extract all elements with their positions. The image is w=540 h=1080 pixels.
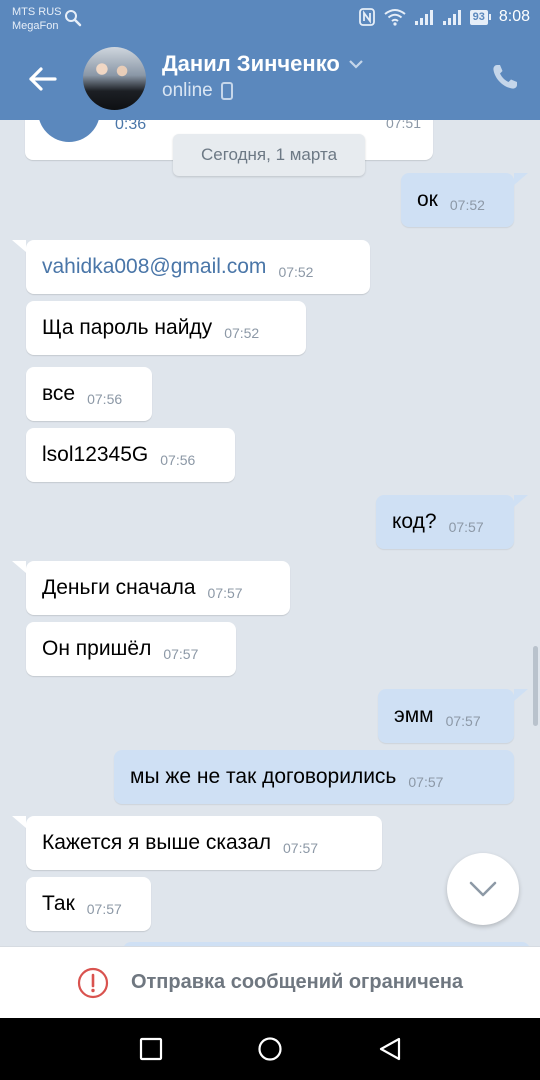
system-nav-bar <box>0 1018 540 1080</box>
message-time: 07:56 <box>160 452 196 468</box>
message-text: lsol12345G <box>42 443 149 466</box>
message-text: Так <box>42 892 75 915</box>
back-icon[interactable] <box>376 1035 404 1063</box>
message-text: Он пришёл <box>42 637 152 660</box>
signal-icon-2 <box>442 10 461 25</box>
search-icon <box>65 10 82 27</box>
message-bubble[interactable]: все 07:56 <box>26 367 152 421</box>
message-bubble[interactable]: vahidka008@gmail.com 07:52 <box>26 240 370 294</box>
message-bubble[interactable]: Ща пароль найду 07:52 <box>26 301 306 355</box>
message-text: ок <box>417 188 438 211</box>
date-separator: Сегодня, 1 марта <box>173 134 365 176</box>
recents-icon[interactable] <box>137 1035 165 1063</box>
message-text: Ща пароль найду <box>42 316 213 339</box>
nfc-icon <box>358 8 375 26</box>
message-time: 07:52 <box>224 325 260 341</box>
home-icon[interactable] <box>256 1035 284 1063</box>
message-time: 07:51 <box>385 120 421 131</box>
battery-icon: 93 <box>469 9 491 25</box>
back-arrow-icon[interactable] <box>26 62 60 96</box>
message-time: 07:52 <box>278 264 314 280</box>
chevron-down-icon <box>349 60 363 69</box>
message-time: 07:57 <box>283 840 319 856</box>
message-list[interactable]: 0:36 07:51 Сегодня, 1 марта ок 07:52 vah… <box>0 120 540 946</box>
avatar[interactable] <box>83 47 146 110</box>
message-text: все <box>42 382 76 405</box>
play-icon[interactable] <box>38 120 100 142</box>
message-bubble[interactable]: Кажется я выше сказал 07:57 <box>26 816 382 870</box>
status-icons: 93 8:08 <box>358 8 530 26</box>
carrier-info: MTS RUS MegaFon <box>12 5 62 33</box>
message-bubble[interactable]: Деньги сначала 07:57 <box>26 561 290 615</box>
message-time: 07:57 <box>408 774 444 790</box>
contact-status-row: online <box>162 80 233 102</box>
message-time: 07:57 <box>445 713 481 729</box>
alert-icon <box>77 967 109 998</box>
message-bubble[interactable]: lsol12345G 07:56 <box>26 428 235 482</box>
message-bubble[interactable]: эмм 07:57 <box>378 689 514 743</box>
message-bubble[interactable]: ок 07:52 <box>401 173 514 227</box>
message-text: мы же не так договорились <box>130 765 397 788</box>
chevron-down-icon <box>469 881 497 897</box>
scrollbar[interactable] <box>533 646 538 726</box>
message-bubble[interactable]: мы же не так договорились 07:57 <box>114 750 514 804</box>
voice-duration: 0:36 <box>115 120 147 133</box>
message-bubble[interactable]: Он пришёл 07:57 <box>26 622 236 676</box>
phone-icon[interactable] <box>490 62 520 92</box>
message-time: 07:56 <box>87 391 123 407</box>
contact-status: online <box>162 80 213 101</box>
battery-level: 93 <box>469 9 488 25</box>
message-time: 07:52 <box>449 197 485 213</box>
mobile-icon <box>220 82 233 100</box>
messaging-restricted-bar: Отправка сообщений ограничена <box>0 946 540 1018</box>
message-bubble[interactable]: Так 07:57 <box>26 877 151 931</box>
message-text: эмм <box>394 704 434 727</box>
app-header: MTS RUS MegaFon 93 8:08 Данил Зинченко o… <box>0 0 540 120</box>
message-text: Кажется я выше сказал <box>42 831 272 854</box>
message-text: Деньги сначала <box>42 576 196 599</box>
carrier-1: MTS RUS <box>12 6 62 18</box>
message-text: код? <box>392 510 437 533</box>
scroll-down-button[interactable] <box>447 853 519 925</box>
message-bubble[interactable]: код? 07:57 <box>376 495 514 549</box>
message-time: 07:57 <box>448 519 484 535</box>
message-time: 07:57 <box>86 901 122 917</box>
message-time: 07:57 <box>207 585 243 601</box>
email-link[interactable]: vahidka008@gmail.com <box>42 255 266 279</box>
restricted-notice: Отправка сообщений ограничена <box>130 971 464 993</box>
wifi-icon <box>383 9 406 26</box>
contact-name: Данил Зинченко <box>162 51 340 76</box>
carrier-2: MegaFon <box>12 20 59 32</box>
contact-name-row[interactable]: Данил Зинченко <box>162 51 364 77</box>
clock: 8:08 <box>498 8 530 25</box>
status-bar: MTS RUS MegaFon 93 8:08 <box>0 0 540 38</box>
signal-icon <box>414 10 433 25</box>
message-time: 07:57 <box>163 646 199 662</box>
